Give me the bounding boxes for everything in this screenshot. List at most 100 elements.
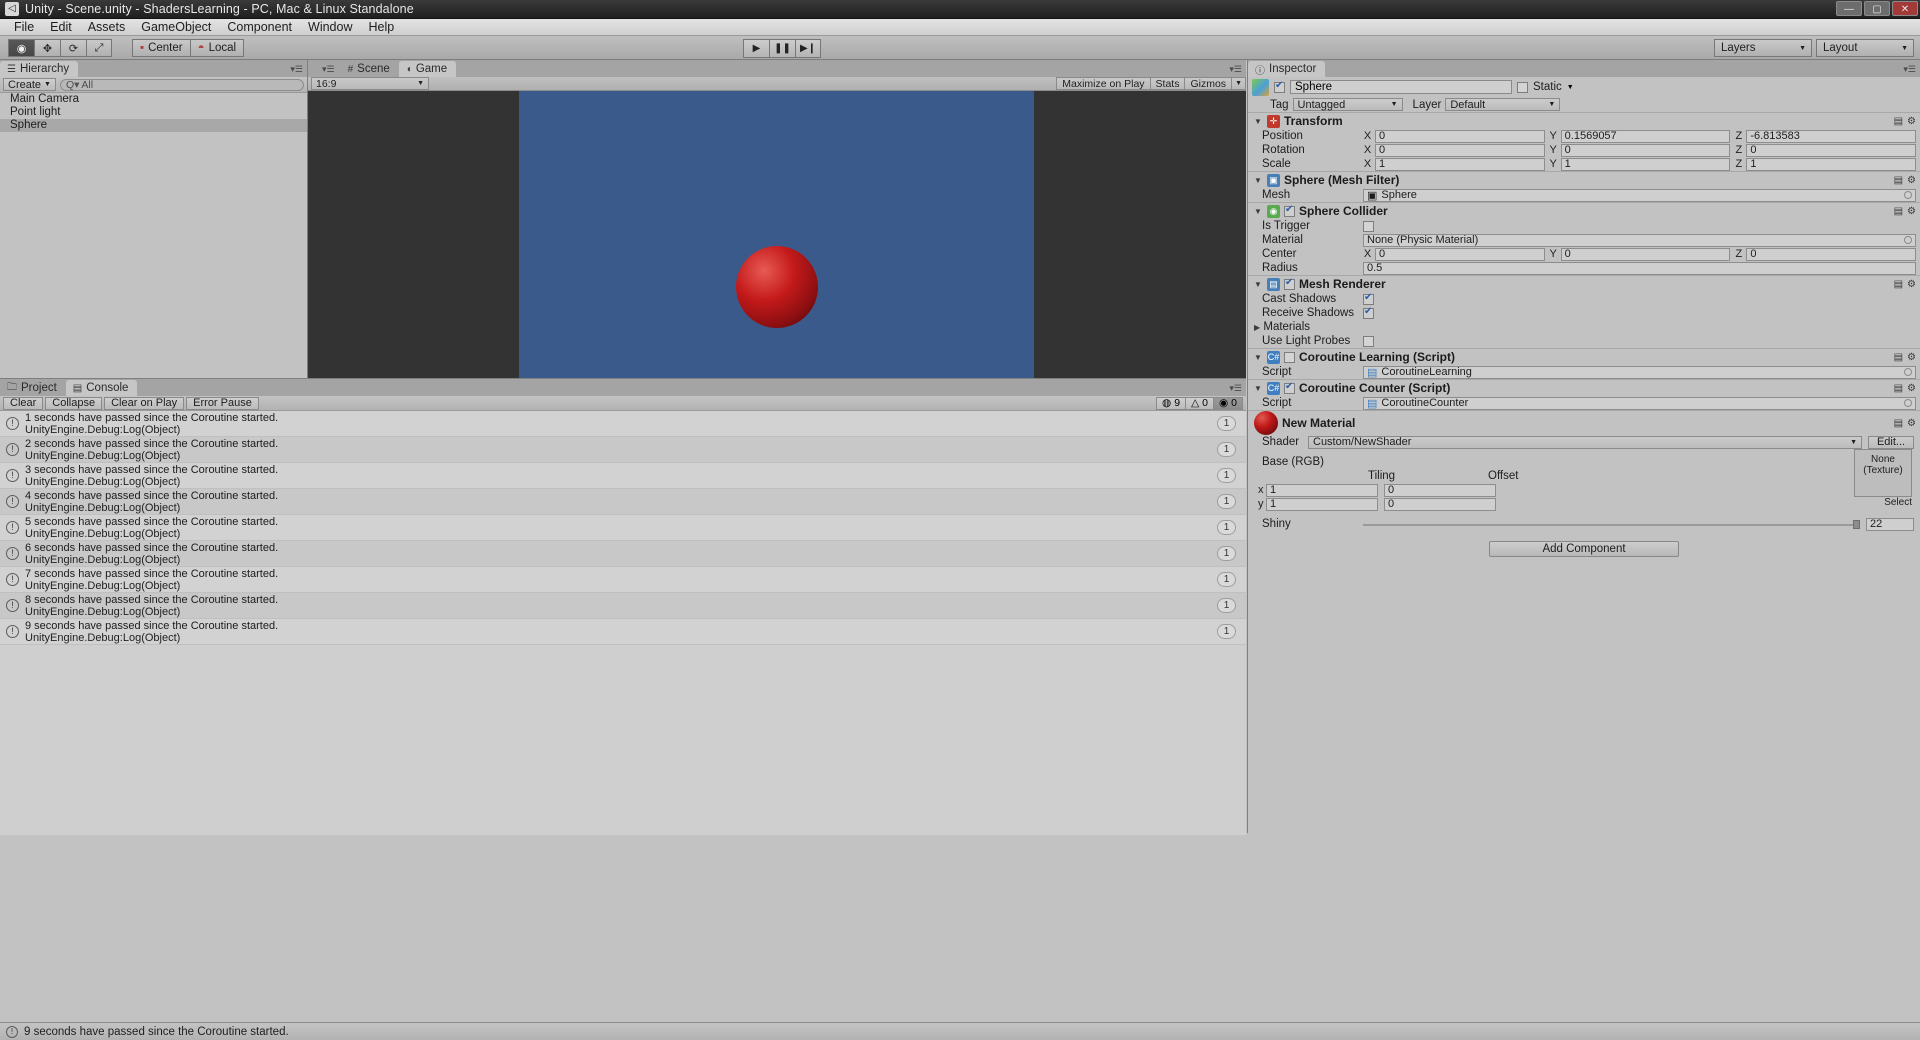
cast-shadows-checkbox[interactable] xyxy=(1363,292,1374,305)
component-header-icons[interactable]: ▤ ⚙ xyxy=(1894,418,1916,429)
center-y-field[interactable]: 0 xyxy=(1560,247,1731,261)
log-entry[interactable]: ! 3 seconds have passed since the Corout… xyxy=(0,463,1246,489)
gizmos-dropdown[interactable]: ▼ xyxy=(1231,77,1246,90)
console-menu-icon[interactable]: ▾☰ xyxy=(1229,383,1242,394)
gear-icon[interactable]: ⚙ xyxy=(1907,352,1916,363)
pivot-space-button[interactable]: ◓ Local xyxy=(189,39,245,57)
log-entry[interactable]: ! 5 seconds have passed since the Corout… xyxy=(0,515,1246,541)
component-header-icons[interactable]: ▤ ⚙ xyxy=(1894,352,1916,363)
gear-icon[interactable]: ⚙ xyxy=(1907,175,1916,186)
log-entry[interactable]: ! 8 seconds have passed since the Corout… xyxy=(0,593,1246,619)
help-icon[interactable]: ▤ xyxy=(1894,279,1903,290)
mesh-renderer-header[interactable]: ▼ ▤ Mesh Renderer ▤⚙ xyxy=(1248,276,1920,292)
component-header-icons[interactable]: ▤ ⚙ xyxy=(1894,206,1916,217)
tiling-x-field[interactable]: 1 xyxy=(1266,483,1378,497)
minimize-button[interactable]: — xyxy=(1836,1,1862,16)
use-light-probes-checkbox[interactable] xyxy=(1363,335,1374,347)
tab-game[interactable]: ◖ Game xyxy=(398,61,457,77)
foldout-icon[interactable]: ▼ xyxy=(1254,117,1263,126)
component-header-icons[interactable]: ▤ ⚙ xyxy=(1894,279,1916,290)
tab-hierarchy[interactable]: ☰ Hierarchy xyxy=(0,61,79,77)
hand-tool-icon[interactable]: ◉ xyxy=(8,39,34,57)
pivot-mode-button[interactable]: ▪ Center xyxy=(132,39,190,57)
log-entry[interactable]: ! 1 seconds have passed since the Corout… xyxy=(0,411,1246,437)
materials-foldout[interactable]: ▶ Materials xyxy=(1248,321,1363,333)
scale-tool-icon[interactable]: ⤢ xyxy=(86,39,112,57)
center-x-field[interactable]: 0 xyxy=(1375,247,1545,261)
menu-item-gameobject[interactable]: GameObject xyxy=(133,19,219,35)
collider-enabled-checkbox[interactable] xyxy=(1284,204,1295,217)
stats-button[interactable]: Stats xyxy=(1149,77,1185,90)
foldout-icon[interactable]: ▼ xyxy=(1254,207,1263,216)
error-count[interactable]: ◉ 0 xyxy=(1212,396,1243,410)
log-entry[interactable]: ! 4 seconds have passed since the Corout… xyxy=(0,489,1246,515)
hierarchy-search-input[interactable]: Q▾ All xyxy=(59,78,304,91)
game-panel-menu-icon[interactable]: ▾☰ xyxy=(1229,64,1242,75)
coroutine-counter-header[interactable]: ▼ C# Coroutine Counter (Script) ▤⚙ xyxy=(1248,380,1920,396)
chevron-down-icon[interactable]: ▼ xyxy=(1567,84,1574,91)
play-button[interactable]: ▶ xyxy=(743,39,769,58)
log-entry[interactable]: ! 6 seconds have passed since the Corout… xyxy=(0,541,1246,567)
tab-inspector[interactable]: ⓘ Inspector xyxy=(1248,61,1326,77)
script-object-field[interactable]: ▤ CoroutineLearning xyxy=(1363,365,1916,379)
gear-icon[interactable]: ⚙ xyxy=(1907,206,1916,217)
static-checkbox[interactable] xyxy=(1517,81,1528,93)
rotate-tool-icon[interactable]: ⟳ xyxy=(60,39,86,57)
aspect-ratio-dropdown[interactable]: 16:9 ▼ xyxy=(311,77,429,90)
gear-icon[interactable]: ⚙ xyxy=(1907,418,1916,429)
center-z-field[interactable]: 0 xyxy=(1746,247,1917,261)
script-enabled-checkbox[interactable] xyxy=(1284,381,1295,394)
script-enabled-checkbox[interactable] xyxy=(1284,351,1295,363)
menu-item-help[interactable]: Help xyxy=(360,19,402,35)
object-picker-icon[interactable] xyxy=(1904,399,1912,407)
radius-field[interactable]: 0.5 xyxy=(1363,261,1916,275)
hierarchy-item-main-camera[interactable]: Main Camera xyxy=(0,93,307,106)
component-header-icons[interactable]: ▤ ⚙ xyxy=(1894,383,1916,394)
tab-console[interactable]: ▤ Console xyxy=(65,380,138,396)
layout-dropdown[interactable]: Layout ▼ xyxy=(1816,39,1914,57)
log-entry[interactable]: ! 2 seconds have passed since the Corout… xyxy=(0,437,1246,463)
hierarchy-item-sphere[interactable]: Sphere xyxy=(0,119,307,132)
log-entry[interactable]: ! 7 seconds have passed since the Corout… xyxy=(0,567,1246,593)
scale-x-field[interactable]: 1 xyxy=(1375,157,1545,171)
menu-item-window[interactable]: Window xyxy=(300,19,360,35)
help-icon[interactable]: ▤ xyxy=(1894,175,1903,186)
shiny-slider[interactable] xyxy=(1363,518,1860,531)
step-button[interactable]: ▶❙ xyxy=(795,39,821,58)
is-trigger-checkbox[interactable] xyxy=(1363,220,1374,232)
rotation-y-field[interactable]: 0 xyxy=(1560,143,1731,157)
help-icon[interactable]: ▤ xyxy=(1894,383,1903,394)
tiling-y-field[interactable]: 1 xyxy=(1266,497,1378,511)
transform-header[interactable]: ▼ ✛ Transform ▤ ⚙ xyxy=(1248,113,1920,129)
add-component-button[interactable]: Add Component xyxy=(1489,541,1679,557)
gear-icon[interactable]: ⚙ xyxy=(1907,116,1916,127)
clear-on-play-button[interactable]: Clear on Play xyxy=(104,396,185,410)
maximize-button[interactable]: ▢ xyxy=(1864,1,1890,16)
layer-dropdown[interactable]: Default ▼ xyxy=(1445,98,1561,111)
object-picker-icon[interactable] xyxy=(1904,191,1912,199)
scene-game-menu-icon[interactable]: ▾☰ xyxy=(322,64,335,75)
help-icon[interactable]: ▤ xyxy=(1894,116,1903,127)
position-x-field[interactable]: 0 xyxy=(1375,129,1545,143)
position-y-field[interactable]: 0.1569057 xyxy=(1560,129,1731,143)
help-icon[interactable]: ▤ xyxy=(1894,206,1903,217)
texture-slot[interactable]: None (Texture) Select xyxy=(1854,449,1912,508)
hierarchy-menu-icon[interactable]: ▾☰ xyxy=(290,64,303,75)
offset-x-field[interactable]: 0 xyxy=(1384,483,1496,497)
script-object-field[interactable]: ▤ CoroutineCounter xyxy=(1363,396,1916,410)
game-view-render[interactable] xyxy=(308,91,1246,378)
rotation-x-field[interactable]: 0 xyxy=(1375,143,1545,157)
edit-shader-button[interactable]: Edit... xyxy=(1868,435,1914,449)
foldout-icon[interactable]: ▶ xyxy=(1254,323,1260,332)
pause-button[interactable]: ❚❚ xyxy=(769,39,795,58)
menu-item-file[interactable]: File xyxy=(6,19,42,35)
inspector-menu-icon[interactable]: ▾☰ xyxy=(1903,64,1916,75)
shiny-value-field[interactable]: 22 xyxy=(1866,517,1914,531)
scale-y-field[interactable]: 1 xyxy=(1560,157,1731,171)
menu-item-component[interactable]: Component xyxy=(219,19,300,35)
renderer-enabled-checkbox[interactable] xyxy=(1284,277,1295,290)
shiny-slider-handle[interactable] xyxy=(1853,519,1860,529)
receive-shadows-checkbox[interactable] xyxy=(1363,306,1374,319)
scale-z-field[interactable]: 1 xyxy=(1746,157,1917,171)
shader-dropdown[interactable]: Custom/NewShader ▼ xyxy=(1308,435,1862,449)
